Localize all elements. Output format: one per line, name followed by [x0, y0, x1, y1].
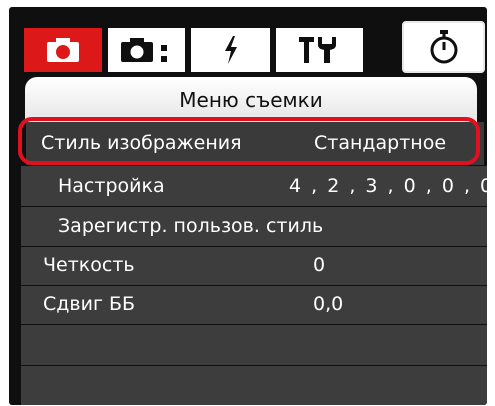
camera-colon-icon [120, 38, 167, 62]
row-label: Настройка [58, 175, 165, 197]
menu-title: Меню съемки [25, 77, 477, 122]
tab-tools[interactable] [273, 25, 366, 75]
menu-row-picture-style[interactable]: Стиль изображения Стандартное [26, 122, 484, 165]
row-label: Четкость [43, 254, 135, 276]
flash-icon [224, 36, 237, 64]
tab-shooting-menu[interactable] [21, 25, 105, 75]
timer-icon [430, 30, 457, 64]
row-label: Стиль изображения [41, 132, 242, 154]
row-value: 4 , 2 , 3 , 0 , 0 , 0 [289, 175, 487, 197]
row-value: Стандартное [314, 132, 447, 154]
menu-row-empty [21, 325, 487, 365]
menu-row-sharpness[interactable]: Четкость 0 [21, 247, 487, 285]
row-value: 0 [313, 254, 326, 276]
tab-flash[interactable] [188, 25, 273, 75]
tab-timer[interactable] [402, 21, 485, 73]
tab-shooting-menu-2[interactable] [105, 25, 188, 75]
row-value: 0,0 [313, 293, 344, 315]
menu-row-register-user-style[interactable]: Зарегистр. пользов. стиль [21, 207, 487, 246]
menu-row-empty [21, 366, 487, 405]
tools-icon [298, 37, 336, 63]
row-label: Сдвиг ББ [43, 293, 136, 315]
camera-icon [47, 38, 79, 62]
row-label: Зарегистр. пользов. стиль [58, 215, 324, 237]
menu-row-wb-shift[interactable]: Сдвиг ББ 0,0 [21, 286, 487, 324]
menu-row-setting[interactable]: Настройка 4 , 2 , 3 , 0 , 0 , 0 [21, 166, 487, 206]
camera-menu-screen: Меню съемки Стиль изображения Стандартно… [9, 7, 487, 405]
